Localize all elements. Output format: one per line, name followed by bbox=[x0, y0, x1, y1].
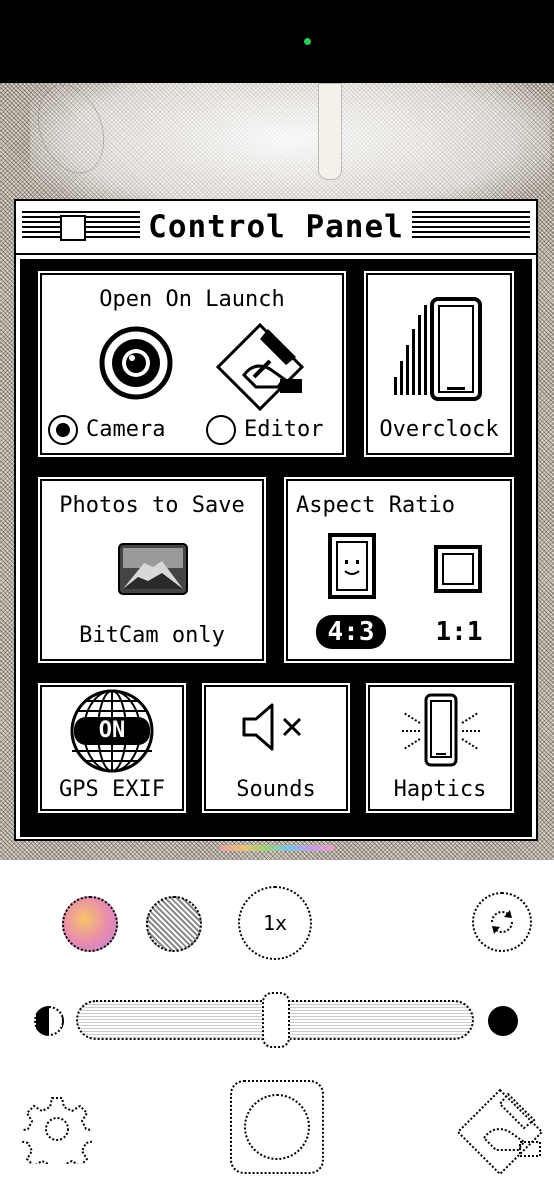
half-circle-icon bbox=[34, 1006, 64, 1036]
editor-radio[interactable] bbox=[206, 415, 236, 445]
speaker-muted-icon bbox=[242, 703, 302, 751]
aspect-4-3-option[interactable]: 4:3 bbox=[316, 615, 386, 649]
full-circle-icon bbox=[488, 1006, 518, 1036]
open-on-launch-card: Open On Launch Camera Editor bbox=[36, 269, 348, 459]
overclock-toggle[interactable]: Overclock bbox=[362, 269, 516, 459]
shutter-ring-icon bbox=[244, 1094, 310, 1160]
editor-option-label: Editor bbox=[244, 417, 324, 442]
title-stripes-right bbox=[412, 211, 530, 241]
open-on-launch-title: Open On Launch bbox=[99, 287, 285, 312]
zoom-icon[interactable]: 1x bbox=[238, 886, 312, 960]
window-title: Control Panel bbox=[144, 209, 408, 245]
square-frame-icon[interactable] bbox=[434, 545, 482, 593]
aspect-1-1-option[interactable]: 1:1 bbox=[424, 615, 494, 649]
haptics-toggle[interactable]: Haptics bbox=[364, 681, 516, 815]
photos-to-save-value: BitCam only bbox=[79, 623, 225, 648]
settings-grid: Open On Launch Camera Editor Overclock P… bbox=[20, 259, 532, 837]
camera-radio[interactable] bbox=[48, 415, 78, 445]
sounds-toggle[interactable]: Sounds bbox=[200, 681, 352, 815]
switch-camera-icon[interactable] bbox=[472, 892, 532, 952]
aspect-ratio-card: Aspect Ratio 4:3 1:1 bbox=[282, 475, 516, 665]
brightness-slider-thumb[interactable] bbox=[262, 992, 290, 1048]
gps-exif-toggle[interactable]: ON GPS EXIF bbox=[36, 681, 188, 815]
aspect-ratio-title: Aspect Ratio bbox=[296, 493, 455, 518]
camera-lens-icon bbox=[99, 326, 173, 400]
overclock-label: Overclock bbox=[379, 417, 499, 442]
camera-option-label: Camera bbox=[86, 417, 166, 442]
gps-exif-state: ON bbox=[98, 718, 126, 743]
paint-brush-icon bbox=[215, 322, 305, 412]
zoom-label: 1x bbox=[262, 911, 288, 935]
phone-vibrate-icon bbox=[400, 693, 482, 767]
photos-to-save-title: Photos to Save bbox=[59, 493, 245, 518]
filter-icon[interactable] bbox=[146, 896, 202, 952]
photos-to-save-setting[interactable]: Photos to Save BitCam only bbox=[36, 475, 268, 665]
color-dots-strip bbox=[220, 845, 334, 851]
status-bar bbox=[0, 0, 554, 83]
rotate-arrows-icon bbox=[491, 910, 513, 934]
phone-speed-icon bbox=[394, 297, 482, 401]
mountain-photo-icon bbox=[118, 543, 188, 595]
camera-indicator-icon bbox=[304, 38, 311, 45]
control-panel-window: Control Panel Open On Launch Camera Edit… bbox=[14, 199, 538, 841]
window-title-bar: Control Panel bbox=[16, 201, 536, 255]
viewfinder-post bbox=[318, 83, 342, 180]
portrait-frame-icon[interactable] bbox=[328, 533, 376, 599]
editor-brush-icon[interactable] bbox=[452, 1086, 548, 1176]
settings-gear-icon[interactable] bbox=[22, 1094, 92, 1164]
haptics-label: Haptics bbox=[393, 777, 487, 802]
gps-exif-label: GPS EXIF bbox=[59, 777, 165, 802]
palette-icon[interactable] bbox=[62, 896, 118, 952]
sounds-label: Sounds bbox=[236, 777, 316, 802]
window-close-button[interactable] bbox=[60, 215, 86, 241]
shutter-button[interactable] bbox=[230, 1080, 324, 1174]
